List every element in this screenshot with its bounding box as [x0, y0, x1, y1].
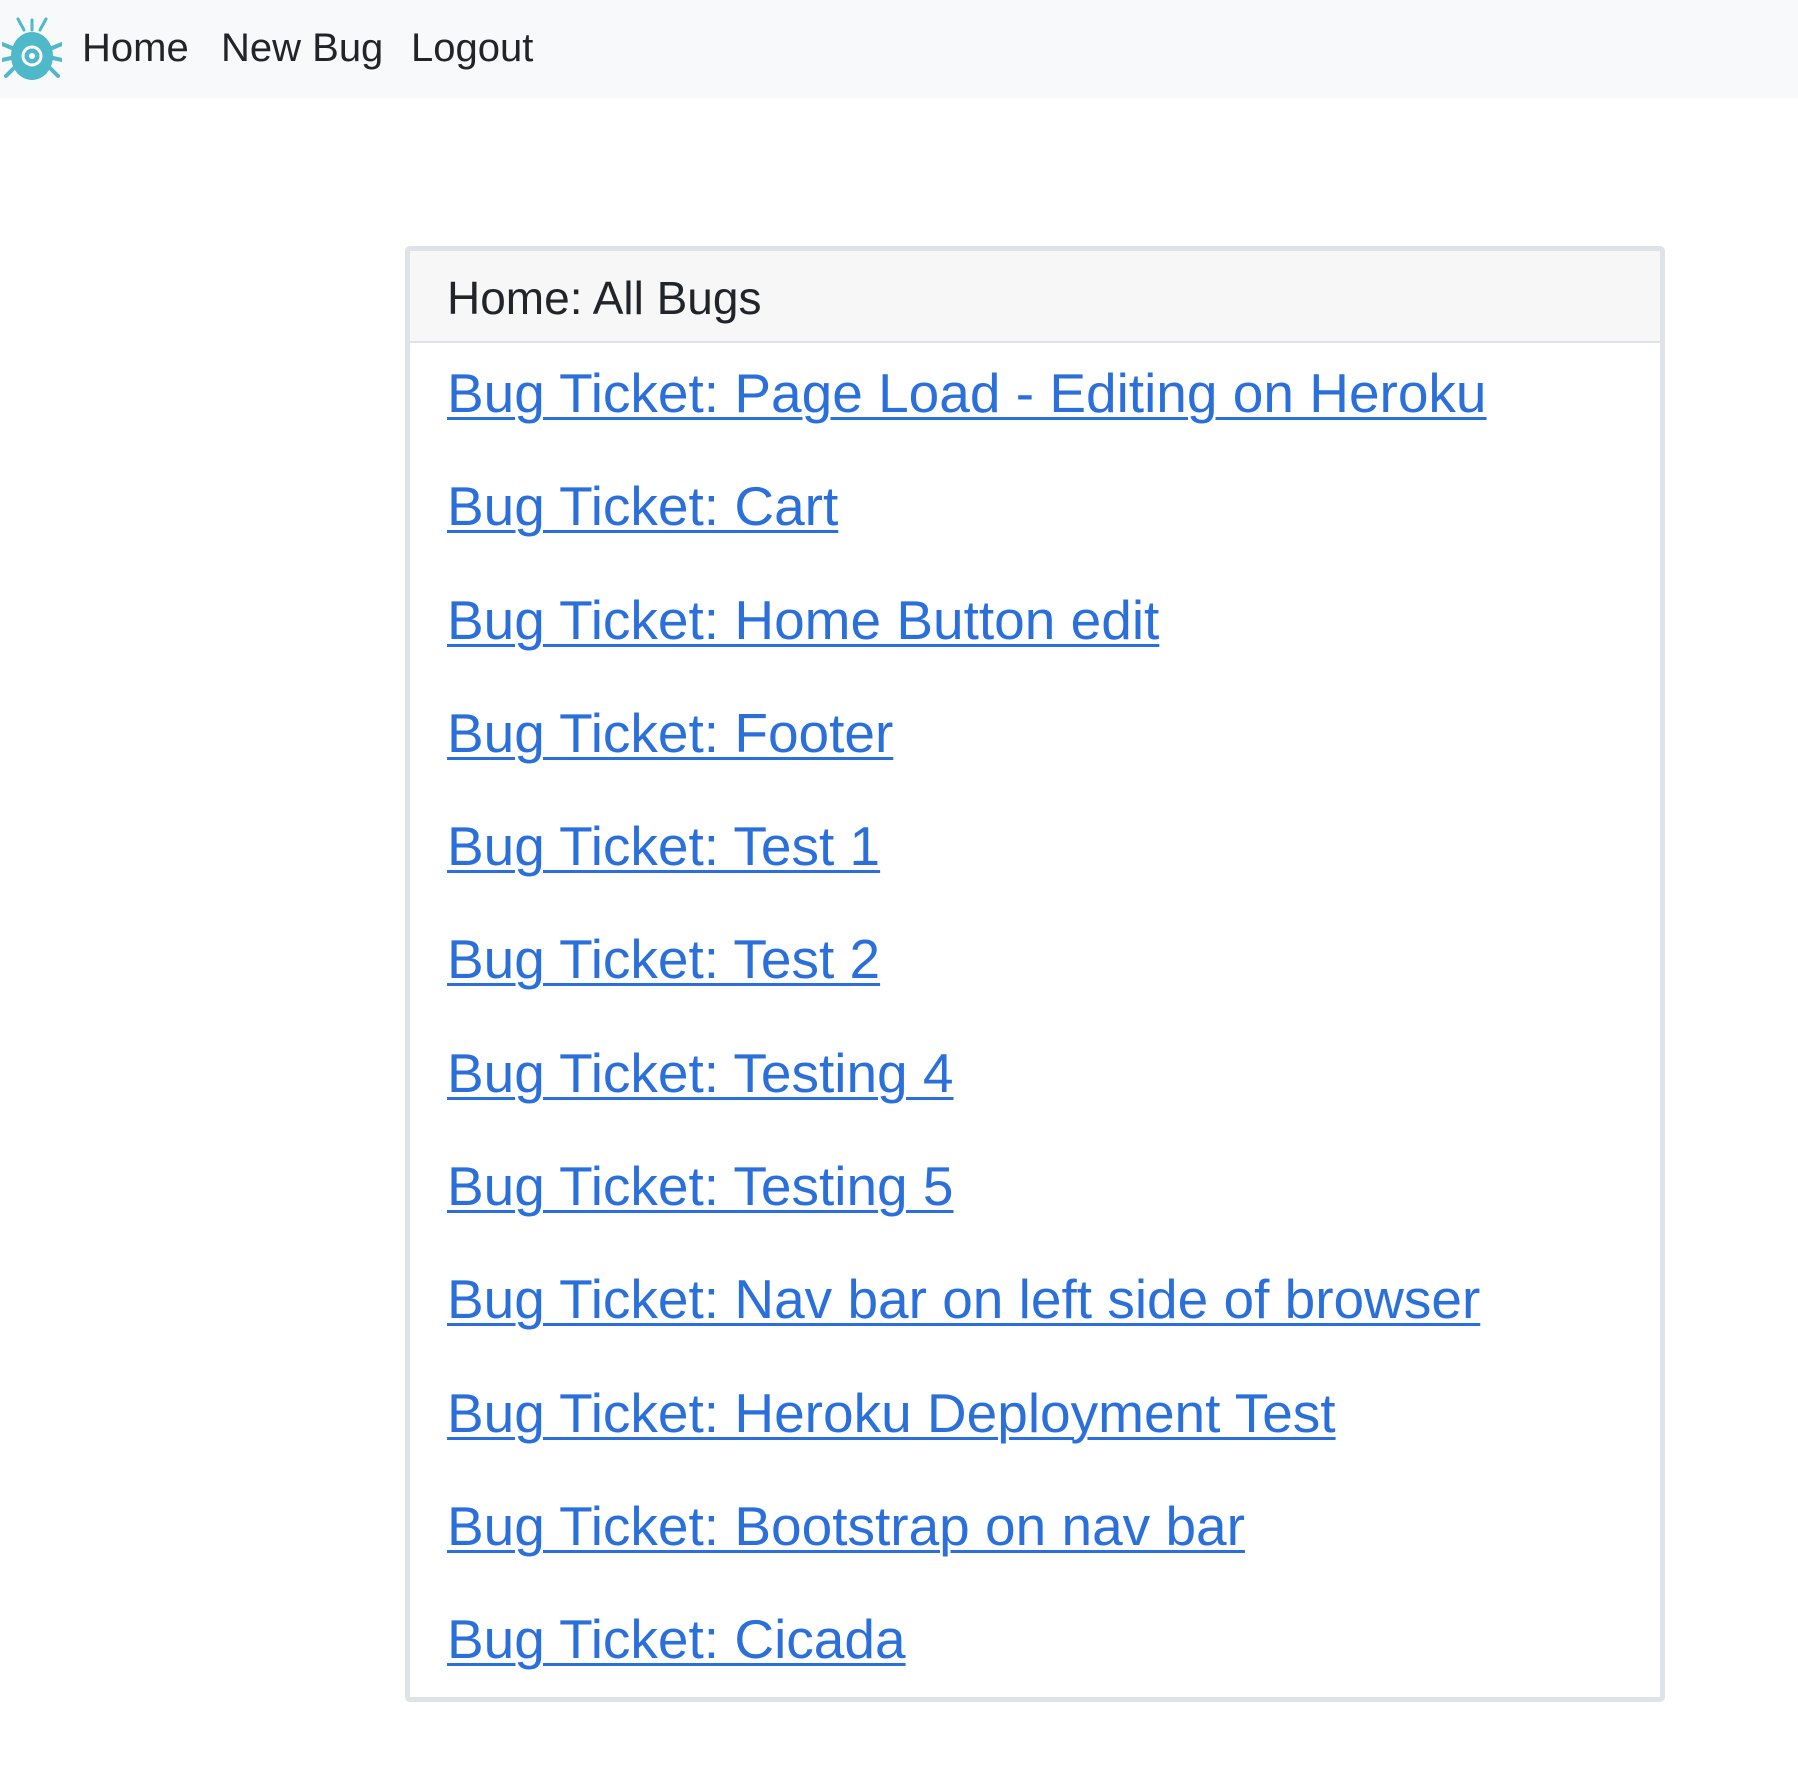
bug-ticket-link[interactable]: Bug Ticket: Cart: [447, 474, 838, 538]
list-item: Bug Ticket: Test 2: [447, 927, 1487, 1040]
list-item: Bug Ticket: Test 1: [447, 814, 1487, 927]
bug-icon[interactable]: [2, 16, 62, 82]
bug-ticket-link[interactable]: Bug Ticket: Test 2: [447, 927, 880, 991]
list-item: Bug Ticket: Testing 4: [447, 1041, 1487, 1154]
bug-ticket-link[interactable]: Bug Ticket: Cicada: [447, 1607, 906, 1671]
list-item: Bug Ticket: Cicada: [447, 1607, 1487, 1720]
list-item: Bug Ticket: Footer: [447, 701, 1487, 814]
list-item: Bug Ticket: Testing 5: [447, 1154, 1487, 1267]
bug-ticket-link[interactable]: Bug Ticket: Testing 5: [447, 1154, 954, 1218]
list-item: Bug Ticket: Bootstrap on nav bar: [447, 1494, 1487, 1607]
bug-ticket-link[interactable]: Bug Ticket: Test 1: [447, 814, 880, 878]
list-item: Bug Ticket: Cart: [447, 474, 1487, 587]
list-item: Bug Ticket: Heroku Deployment Test: [447, 1381, 1487, 1494]
list-item: Bug Ticket: Page Load - Editing on Herok…: [447, 361, 1487, 474]
bug-ticket-link[interactable]: Bug Ticket: Bootstrap on nav bar: [447, 1494, 1245, 1558]
bug-ticket-link[interactable]: Bug Ticket: Home Button edit: [447, 588, 1159, 652]
bugs-card: Home: All Bugs Bug Ticket: Page Load - E…: [405, 246, 1665, 1702]
nav-logout-link[interactable]: Logout: [411, 24, 533, 72]
card-header: Home: All Bugs: [410, 251, 1660, 343]
bug-list: Bug Ticket: Page Load - Editing on Herok…: [447, 361, 1487, 1721]
top-navbar: Home New Bug Logout: [0, 0, 1798, 98]
nav-new-bug-link[interactable]: New Bug: [221, 24, 383, 72]
bug-ticket-link[interactable]: Bug Ticket: Nav bar on left side of brow…: [447, 1267, 1480, 1331]
card-title: Home: All Bugs: [447, 272, 762, 324]
bug-ticket-link[interactable]: Bug Ticket: Heroku Deployment Test: [447, 1381, 1336, 1445]
bug-ticket-link[interactable]: Bug Ticket: Footer: [447, 701, 893, 765]
list-item: Bug Ticket: Nav bar on left side of brow…: [447, 1267, 1487, 1380]
list-item: Bug Ticket: Home Button edit: [447, 588, 1487, 701]
nav-home-link[interactable]: Home: [82, 24, 189, 72]
bug-ticket-link[interactable]: Bug Ticket: Page Load - Editing on Herok…: [447, 361, 1487, 425]
bug-ticket-link[interactable]: Bug Ticket: Testing 4: [447, 1041, 954, 1105]
